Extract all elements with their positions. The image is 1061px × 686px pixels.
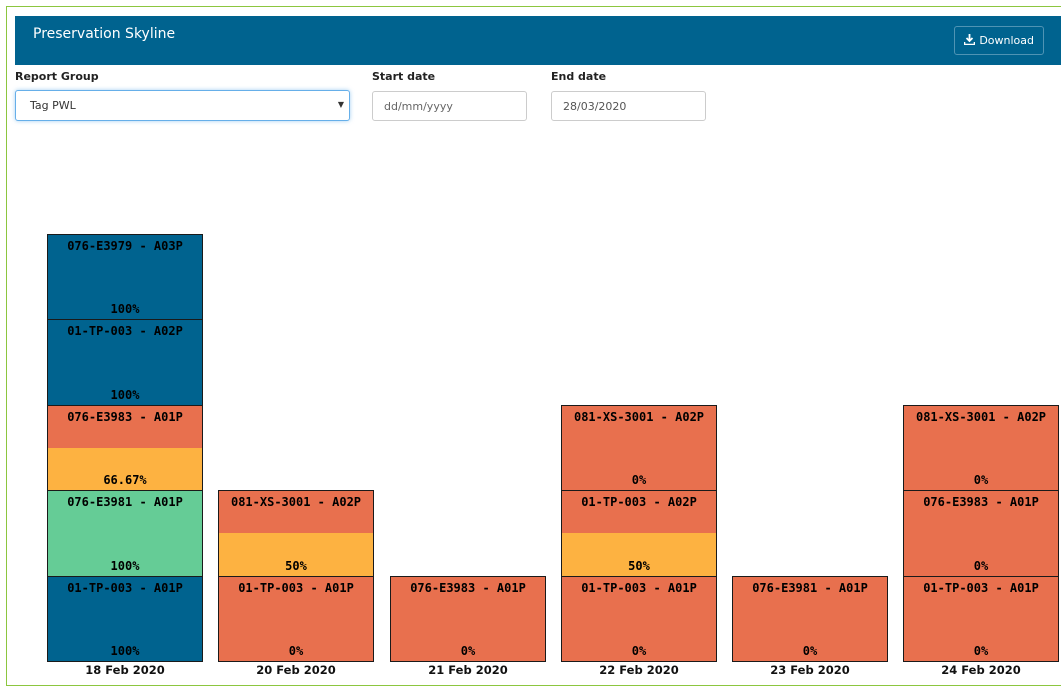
skyline-block[interactable]: 081-XS-3001 - A02P 0% [561,404,717,491]
tag-label: 01-TP-003 - A01P [923,580,1039,595]
tag-label: 076-E3983 - A01P [410,580,526,595]
tag-label: 076-E3981 - A01P [67,495,183,509]
skyline-block[interactable]: 076-E3983 - A01P 0% [390,575,546,662]
tag-label: 081-XS-3001 - A02P [915,409,1047,424]
date-axis-label: 24 Feb 2020 [941,663,1021,677]
skyline-block[interactable]: 076-E3981 - A01P 0% [732,575,888,662]
percent-label: 0% [288,644,304,658]
tag-label: 01-TP-003 - A01P [581,580,697,595]
percent-label: 0% [973,473,989,487]
percent-label: 66.67% [103,473,147,487]
tag-label: 076-E3983 - A01P [923,495,1039,509]
percent-label: 0% [973,558,989,573]
tag-label: 076-E3979 - A03P [67,238,183,253]
date-axis-label: 20 Feb 2020 [256,663,336,677]
skyline-block[interactable]: 01-TP-003 - A02P 50% [561,490,717,577]
tag-label: 01-TP-003 - A01P [67,580,183,595]
tag-label: 01-TP-003 - A02P [67,324,183,338]
percent-label: 0% [460,644,476,658]
skyline-block[interactable]: 01-TP-003 - A01P 100% [47,575,203,662]
tag-label: 076-E3981 - A01P [752,580,868,595]
percent-label: 50% [628,558,650,573]
date-axis-label: 18 Feb 2020 [85,663,165,677]
percent-label: 100% [110,558,140,573]
percent-label: 0% [973,644,989,658]
tag-label: 01-TP-003 - A01P [238,580,354,595]
percent-label: 100% [110,387,140,402]
skyline-chart: 076-E3979 - A03P 100% 01-TP-003 - A02P 100%… [0,0,1061,679]
skyline-block[interactable]: 076-E3979 - A03P 100% [47,233,203,320]
percent-label: 0% [631,644,647,658]
skyline-block[interactable]: 01-TP-003 - A02P 100% [47,319,203,406]
skyline-block[interactable]: 01-TP-003 - A01P 0% [561,575,717,662]
percent-label: 0% [631,473,647,487]
skyline-block[interactable]: 076-E3983 - A01P 66.67% [47,404,203,491]
skyline-block[interactable]: 01-TP-003 - A01P 0% [903,575,1059,662]
skyline-block[interactable]: 076-E3981 - A01P 100% [47,490,203,577]
date-axis-label: 23 Feb 2020 [770,663,850,677]
date-axis-label: 21 Feb 2020 [428,663,508,677]
percent-label: 100% [110,302,140,316]
tag-label: 081-XS-3001 - A02P [230,495,362,509]
percent-label: 0% [802,644,818,658]
date-axis-label: 22 Feb 2020 [599,663,679,677]
skyline-block[interactable]: 076-E3983 - A01P 0% [903,490,1059,577]
tag-label: 076-E3983 - A01P [67,409,183,424]
skyline-block[interactable]: 081-XS-3001 - A02P 0% [903,404,1059,491]
percent-label: 100% [110,644,140,658]
skyline-block[interactable]: 081-XS-3001 - A02P 50% [218,490,374,577]
tag-label: 01-TP-003 - A02P [581,495,697,509]
percent-label: 50% [285,558,307,573]
skyline-block[interactable]: 01-TP-003 - A01P 0% [218,575,374,662]
tag-label: 081-XS-3001 - A02P [573,409,705,424]
